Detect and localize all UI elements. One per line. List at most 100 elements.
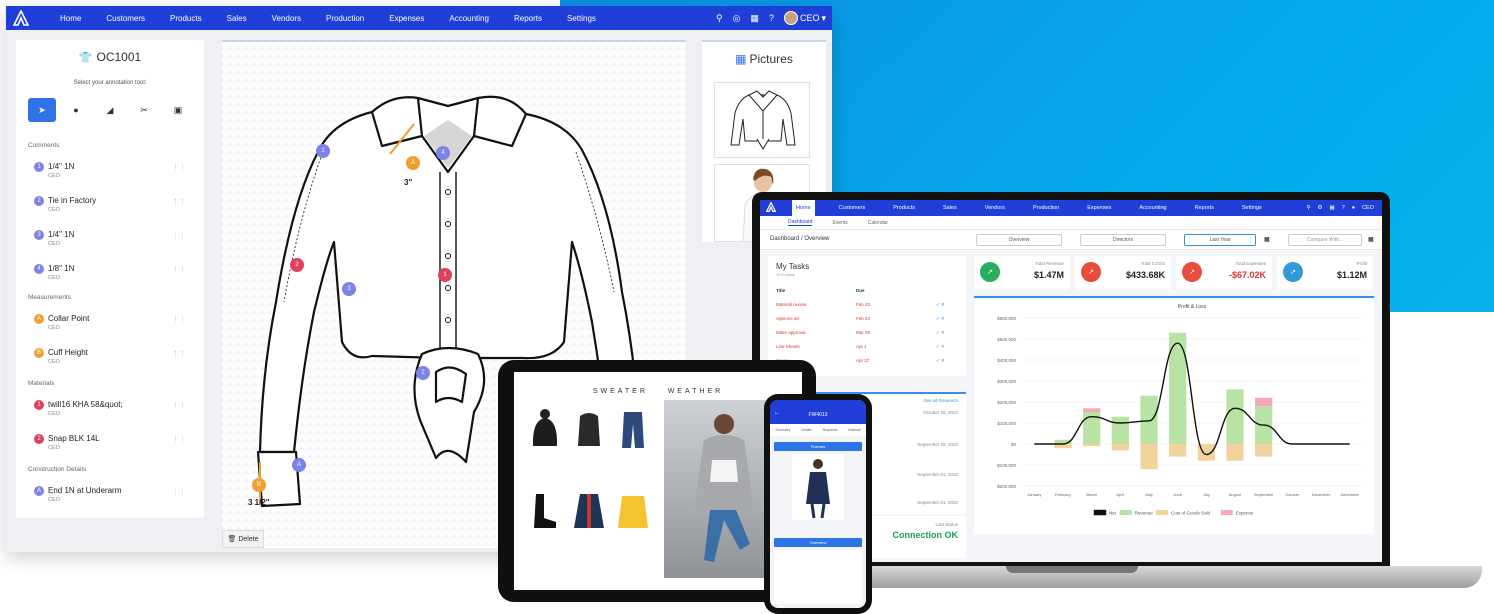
drag-handle-icon[interactable]: ⋮⋮ [172,402,186,410]
product-yellow-top[interactable] [614,488,652,532]
nav-sales[interactable]: Sales [227,14,247,23]
nav-accounting[interactable]: Accounting [1135,205,1170,211]
tab-summary[interactable]: Summary [775,428,790,432]
drag-handle-icon[interactable]: ⋮⋮ [172,232,186,240]
drag-handle-icon[interactable]: ⋮⋮ [172,164,186,172]
globe-icon[interactable]: ◎ [733,13,741,24]
help-icon[interactable]: ? [769,13,774,23]
canvas-marker[interactable]: 1 [316,144,330,158]
canvas-marker[interactable]: 3 [342,282,356,296]
annotation-item[interactable]: B Cuff Height CEO ⋮⋮ [34,346,194,372]
drag-handle-icon[interactable]: ⋮⋮ [172,350,186,358]
product-boots[interactable] [526,488,564,532]
annotation-item[interactable]: 2 Snap BLK 14L CEO ⋮⋮ [34,432,194,458]
drag-handle-icon[interactable]: ⋮⋮ [172,316,186,324]
annotation-item[interactable]: 3 1/4" 1N CEO ⋮⋮ [34,228,194,254]
y-tick-label: $0 [1011,442,1017,447]
canvas-marker[interactable]: 4 [436,146,450,160]
cogs-bar [1226,444,1244,461]
nav-vendors[interactable]: Vendors [981,205,1009,211]
settings-icon[interactable]: ⚙ [1318,205,1323,211]
grid-icon[interactable]: ▦ [750,13,759,24]
user-icon[interactable]: ● [1352,205,1355,211]
tab-details[interactable]: Details [801,428,812,432]
search-icon[interactable]: ⚲ [716,13,723,24]
check-icon[interactable]: ✓ ✕ [936,358,945,364]
nav-reports[interactable]: Reports [1191,205,1218,211]
calendar-icon[interactable]: ▦ [1368,236,1374,243]
app-logo[interactable] [6,6,36,30]
nav-sales[interactable]: Sales [939,205,961,211]
nav-expenses[interactable]: Expenses [1083,205,1115,211]
tab-dashboard[interactable]: Dashboard [788,219,813,226]
tab-material[interactable]: Material [848,428,860,432]
nav-settings[interactable]: Settings [567,14,596,23]
shirt-icon: 👕 [78,52,93,64]
note-tool-button[interactable]: ▣ [164,98,192,122]
directors-button[interactable]: Directors [1080,234,1166,246]
compare-select[interactable]: Compare With... [1288,234,1362,246]
nav-home[interactable]: Home [60,14,81,23]
canvas-marker[interactable]: 2 [416,366,430,380]
task-due: Apr 27 [856,358,870,363]
scissors-tool-button[interactable]: ✂ [130,98,158,122]
check-icon[interactable]: ✓ ✕ [936,344,945,350]
product-jeans[interactable] [614,406,652,450]
drag-handle-icon[interactable]: ⋮⋮ [172,198,186,206]
nav-production[interactable]: Production [326,14,364,23]
canvas-marker[interactable]: B [252,478,266,492]
user-menu[interactable]: CEO ▾ [783,11,826,25]
annotation-item[interactable]: A Collar Point CEO ⋮⋮ [34,312,194,338]
nav-settings[interactable]: Settings [1238,205,1266,211]
drag-handle-icon[interactable]: ⋮⋮ [172,266,186,274]
drag-handle-icon[interactable]: ⋮⋮ [172,436,186,444]
check-icon[interactable]: ✓ ✕ [936,330,945,336]
nav-reports[interactable]: Reports [514,14,542,23]
tab-requests[interactable]: Requests [823,428,838,432]
legend-swatch [1093,509,1107,516]
calendar-icon[interactable]: ▦ [1264,236,1270,243]
angle-tool-button[interactable]: ◢ [96,98,124,122]
delete-button[interactable]: 🗑 Delete [222,530,264,548]
annotation-item[interactable]: 4 1/8" 1N CEO ⋮⋮ [34,262,194,288]
nav-accounting[interactable]: Accounting [449,14,489,23]
check-icon[interactable]: ✓ ✕ [936,316,945,322]
overview-button[interactable]: Overview [976,234,1062,246]
pictures-button[interactable]: Pictures [774,442,862,451]
marker-badge: 2 [34,196,44,206]
canvas-marker[interactable]: 2 [290,258,304,272]
product-jacket[interactable] [570,488,608,532]
canvas-marker[interactable]: 1 [438,268,452,282]
grid-icon[interactable]: ▦ [1329,205,1334,211]
tab-calendar[interactable]: Calendar [868,220,888,226]
nav-products[interactable]: Products [170,14,202,23]
check-icon[interactable]: ✓ ✕ [936,302,945,308]
canvas-marker[interactable]: A [292,458,306,472]
nav-production[interactable]: Production [1029,205,1063,211]
app-logo[interactable] [760,200,782,215]
comment-tool-button[interactable]: ● [62,98,90,122]
product-beanie[interactable] [526,406,564,450]
annotation-item[interactable]: 1 1/4" 1N CEO ⋮⋮ [34,160,194,186]
nav-expenses[interactable]: Expenses [389,14,424,23]
user-name[interactable]: CEO [1362,205,1374,211]
picture-thumbnail-sketch[interactable] [714,82,810,158]
see-all-link[interactable]: See all Research [924,398,958,403]
nav-customers[interactable]: Customers [835,205,870,211]
canvas-marker[interactable]: A [406,156,420,170]
nav-products[interactable]: Products [889,205,919,211]
annotation-item[interactable]: 2 Tie in Factory CEO ⋮⋮ [34,194,194,220]
nav-customers[interactable]: Customers [106,14,145,23]
nav-vendors[interactable]: Vendors [272,14,301,23]
search-icon[interactable]: ⚲ [1307,205,1311,211]
drag-handle-icon[interactable]: ⋮⋮ [172,488,186,496]
pointer-tool-button[interactable]: ➤ [28,98,56,122]
annotation-item[interactable]: 1 twill16 KHA 58&quot; CEO ⋮⋮ [34,398,194,424]
overview-button[interactable]: Overview [774,538,862,547]
annotation-item[interactable]: A End 1N at Underarm CEO ⋮⋮ [34,484,194,510]
help-icon[interactable]: ? [1342,205,1345,211]
tab-events[interactable]: Events [832,220,847,226]
nav-home[interactable]: Home [792,200,815,216]
product-backpack[interactable] [570,406,608,450]
period-select[interactable]: Last Year [1184,234,1256,246]
